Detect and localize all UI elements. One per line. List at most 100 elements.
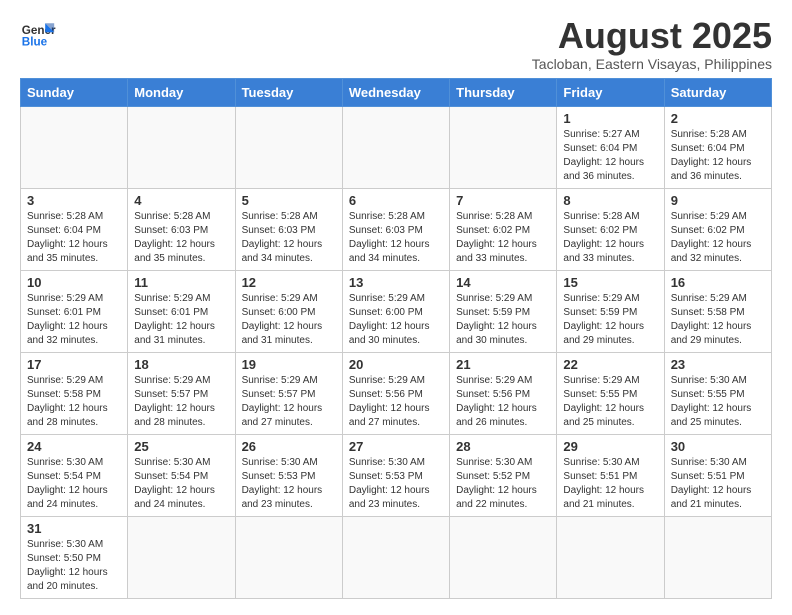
- day-number: 14: [456, 275, 550, 290]
- day-info: Sunrise: 5:28 AM Sunset: 6:03 PM Dayligh…: [349, 210, 443, 266]
- table-row: [342, 516, 449, 598]
- table-row: 29 Sunrise: 5:30 AM Sunset: 5:51 PM Dayli…: [557, 434, 664, 516]
- table-row: [450, 516, 557, 598]
- day-number: 24: [27, 439, 121, 454]
- day-info: Sunrise: 5:30 AM Sunset: 5:54 PM Dayligh…: [27, 456, 121, 512]
- day-info: Sunrise: 5:29 AM Sunset: 5:58 PM Dayligh…: [27, 374, 121, 430]
- day-number: 25: [134, 439, 228, 454]
- table-row: 10 Sunrise: 5:29 AM Sunset: 6:01 PM Dayli…: [21, 270, 128, 352]
- day-info: Sunrise: 5:29 AM Sunset: 5:59 PM Dayligh…: [456, 292, 550, 348]
- day-info: Sunrise: 5:29 AM Sunset: 6:01 PM Dayligh…: [134, 292, 228, 348]
- table-row: 25 Sunrise: 5:30 AM Sunset: 5:54 PM Dayli…: [128, 434, 235, 516]
- day-number: 1: [563, 111, 657, 126]
- table-row: 28 Sunrise: 5:30 AM Sunset: 5:52 PM Dayli…: [450, 434, 557, 516]
- day-number: 8: [563, 193, 657, 208]
- table-row: 22 Sunrise: 5:29 AM Sunset: 5:55 PM Dayli…: [557, 352, 664, 434]
- table-row: [128, 516, 235, 598]
- day-info: Sunrise: 5:29 AM Sunset: 6:01 PM Dayligh…: [27, 292, 121, 348]
- table-row: 7 Sunrise: 5:28 AM Sunset: 6:02 PM Daylig…: [450, 188, 557, 270]
- day-info: Sunrise: 5:30 AM Sunset: 5:51 PM Dayligh…: [671, 456, 765, 512]
- table-row: 14 Sunrise: 5:29 AM Sunset: 5:59 PM Dayli…: [450, 270, 557, 352]
- day-number: 3: [27, 193, 121, 208]
- header-thursday: Thursday: [450, 78, 557, 106]
- calendar-table: Sunday Monday Tuesday Wednesday Thursday…: [20, 78, 772, 599]
- table-row: 20 Sunrise: 5:29 AM Sunset: 5:56 PM Dayli…: [342, 352, 449, 434]
- table-row: [664, 516, 771, 598]
- calendar-row: 10 Sunrise: 5:29 AM Sunset: 6:01 PM Dayli…: [21, 270, 772, 352]
- table-row: 18Sunrise: 5:29 AM Sunset: 5:57 PM Dayli…: [128, 352, 235, 434]
- day-number: 6: [349, 193, 443, 208]
- day-number: 2: [671, 111, 765, 126]
- day-number: 16: [671, 275, 765, 290]
- table-row: 15 Sunrise: 5:29 AM Sunset: 5:59 PM Dayli…: [557, 270, 664, 352]
- day-number: 20: [349, 357, 443, 372]
- header: General Blue August 2025 Tacloban, Easte…: [20, 16, 772, 72]
- day-number: 7: [456, 193, 550, 208]
- table-row: 21Sunrise: 5:29 AM Sunset: 5:56 PM Dayli…: [450, 352, 557, 434]
- calendar-row: 24 Sunrise: 5:30 AM Sunset: 5:54 PM Dayli…: [21, 434, 772, 516]
- calendar-row: 1 Sunrise: 5:27 AM Sunset: 6:04 PM Daylig…: [21, 106, 772, 188]
- day-number: 17: [27, 357, 121, 372]
- day-info: Sunrise: 5:29 AM Sunset: 5:55 PM Dayligh…: [563, 374, 657, 430]
- day-number: 9: [671, 193, 765, 208]
- calendar-subtitle: Tacloban, Eastern Visayas, Philippines: [532, 56, 772, 72]
- day-number: 4: [134, 193, 228, 208]
- header-friday: Friday: [557, 78, 664, 106]
- day-info: Sunrise: 5:29 AM Sunset: 6:00 PM Dayligh…: [349, 292, 443, 348]
- header-saturday: Saturday: [664, 78, 771, 106]
- day-info: Sunrise: 5:30 AM Sunset: 5:54 PM Dayligh…: [134, 456, 228, 512]
- day-number: 22: [563, 357, 657, 372]
- day-info: Sunrise: 5:28 AM Sunset: 6:03 PM Dayligh…: [242, 210, 336, 266]
- day-info: Sunrise: 5:28 AM Sunset: 6:02 PM Dayligh…: [563, 210, 657, 266]
- table-row: [557, 516, 664, 598]
- table-row: 30 Sunrise: 5:30 AM Sunset: 5:51 PM Dayli…: [664, 434, 771, 516]
- table-row: 1 Sunrise: 5:27 AM Sunset: 6:04 PM Daylig…: [557, 106, 664, 188]
- day-number: 27: [349, 439, 443, 454]
- day-info: Sunrise: 5:30 AM Sunset: 5:53 PM Dayligh…: [349, 456, 443, 512]
- weekday-header-row: Sunday Monday Tuesday Wednesday Thursday…: [21, 78, 772, 106]
- day-number: 30: [671, 439, 765, 454]
- table-row: 8 Sunrise: 5:28 AM Sunset: 6:02 PM Daylig…: [557, 188, 664, 270]
- table-row: 6 Sunrise: 5:28 AM Sunset: 6:03 PM Daylig…: [342, 188, 449, 270]
- header-wednesday: Wednesday: [342, 78, 449, 106]
- table-row: 13 Sunrise: 5:29 AM Sunset: 6:00 PM Dayli…: [342, 270, 449, 352]
- svg-text:Blue: Blue: [22, 36, 48, 49]
- table-row: 16 Sunrise: 5:29 AM Sunset: 5:58 PM Dayli…: [664, 270, 771, 352]
- table-row: 12 Sunrise: 5:29 AM Sunset: 6:00 PM Dayli…: [235, 270, 342, 352]
- table-row: 23Sunrise: 5:30 AM Sunset: 5:55 PM Dayli…: [664, 352, 771, 434]
- day-info: Sunrise: 5:28 AM Sunset: 6:02 PM Dayligh…: [456, 210, 550, 266]
- table-row: [128, 106, 235, 188]
- day-info: Sunrise: 5:29 AM Sunset: 5:57 PM Dayligh…: [242, 374, 336, 430]
- day-info: Sunrise: 5:28 AM Sunset: 6:04 PM Dayligh…: [27, 210, 121, 266]
- day-number: 23: [671, 357, 765, 372]
- day-info: Sunrise: 5:29 AM Sunset: 5:57 PM Dayligh…: [134, 374, 228, 430]
- day-number: 29: [563, 439, 657, 454]
- day-info: Sunrise: 5:30 AM Sunset: 5:53 PM Dayligh…: [242, 456, 336, 512]
- day-info: Sunrise: 5:29 AM Sunset: 5:58 PM Dayligh…: [671, 292, 765, 348]
- day-info: Sunrise: 5:30 AM Sunset: 5:52 PM Dayligh…: [456, 456, 550, 512]
- day-number: 28: [456, 439, 550, 454]
- day-number: 10: [27, 275, 121, 290]
- day-info: Sunrise: 5:30 AM Sunset: 5:50 PM Dayligh…: [27, 538, 121, 594]
- day-number: 12: [242, 275, 336, 290]
- day-info: Sunrise: 5:27 AM Sunset: 6:04 PM Dayligh…: [563, 128, 657, 184]
- table-row: [235, 106, 342, 188]
- calendar-row: 17 Sunrise: 5:29 AM Sunset: 5:58 PM Dayli…: [21, 352, 772, 434]
- table-row: 19Sunrise: 5:29 AM Sunset: 5:57 PM Dayli…: [235, 352, 342, 434]
- day-info: Sunrise: 5:29 AM Sunset: 5:56 PM Dayligh…: [349, 374, 443, 430]
- logo: General Blue: [20, 16, 56, 52]
- day-number: 15: [563, 275, 657, 290]
- header-monday: Monday: [128, 78, 235, 106]
- day-info: Sunrise: 5:30 AM Sunset: 5:51 PM Dayligh…: [563, 456, 657, 512]
- day-info: Sunrise: 5:29 AM Sunset: 5:59 PM Dayligh…: [563, 292, 657, 348]
- table-row: 9Sunrise: 5:29 AM Sunset: 6:02 PM Daylig…: [664, 188, 771, 270]
- table-row: 24 Sunrise: 5:30 AM Sunset: 5:54 PM Dayli…: [21, 434, 128, 516]
- table-row: [21, 106, 128, 188]
- table-row: 11Sunrise: 5:29 AM Sunset: 6:01 PM Dayli…: [128, 270, 235, 352]
- table-row: 4Sunrise: 5:28 AM Sunset: 6:03 PM Daylig…: [128, 188, 235, 270]
- table-row: [342, 106, 449, 188]
- day-number: 13: [349, 275, 443, 290]
- title-block: August 2025 Tacloban, Eastern Visayas, P…: [532, 16, 772, 72]
- table-row: [235, 516, 342, 598]
- day-info: Sunrise: 5:29 AM Sunset: 6:00 PM Dayligh…: [242, 292, 336, 348]
